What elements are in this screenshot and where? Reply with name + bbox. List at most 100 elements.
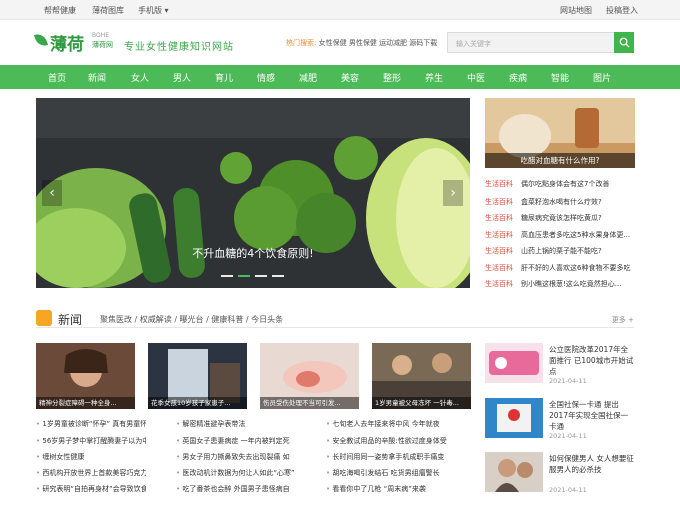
item-title[interactable]: 山药上锅的栗子能不能吃? (521, 247, 602, 255)
item-title[interactable]: 偶尔吃點身体会有这7个改善 (521, 180, 609, 188)
nav-item-news[interactable]: 新闻 (88, 71, 106, 84)
sidebar-list-item[interactable]: 生活百科 肝不好的人喜欢这6种食物不要多吃 (485, 263, 635, 273)
nav-item-surgery[interactable]: 整形 (383, 71, 401, 84)
news-list-item[interactable]: 1岁男童被诊断“怀孕” 真有男童怀孕事 (36, 419, 146, 429)
hot-search-label: 热门搜索: (286, 39, 317, 47)
search-icon (619, 37, 630, 48)
card-date: 2021-04-11 (549, 486, 587, 494)
slider-dot[interactable] (272, 275, 284, 277)
hot-keyword[interactable]: 男性保健 (349, 39, 377, 47)
nav-item-parenting[interactable]: 育儿 (215, 71, 233, 84)
thumb-caption: 1岁男童被父母冻坏 一针毒... (372, 397, 471, 409)
news-thumb[interactable]: 伤员受伤处理不当可引发... (260, 343, 359, 409)
topbar-link-login[interactable]: 投稿登入 (606, 5, 638, 16)
thumb-caption: 伤员受伤处理不当可引发... (260, 397, 359, 409)
main-nav: 首页 新闻 女人 男人 育儿 情感 减肥 美容 整形 养生 中医 疾病 智能 图… (0, 65, 680, 89)
nav-item-beauty[interactable]: 美容 (341, 71, 359, 84)
site-logo-en: BOHE (92, 32, 110, 39)
news-list-item[interactable]: 看看你中了几枪 “周末病”来袭 (326, 484, 471, 494)
thumb-caption: 精神分裂症障碍一种全身... (36, 397, 135, 409)
item-title[interactable]: 糖尿病究竟该怎样吃黄瓜? (521, 214, 602, 222)
sidebar-list-item[interactable]: 生活百科 盒菜籽泡水喝有什么疗效? (485, 197, 635, 207)
item-tag: 生活百科 (485, 247, 513, 255)
sidebar-list-item[interactable]: 生活百科 偶尔吃點身体会有这7个改善 (485, 179, 635, 189)
nav-item-health[interactable]: 养生 (425, 71, 443, 84)
news-more-link[interactable]: 更多 + (612, 315, 634, 325)
search-input[interactable]: 输入关键字 (447, 32, 615, 53)
topbar-link-sitemap[interactable]: 网站地图 (560, 5, 592, 16)
item-tag: 生活百科 (485, 198, 513, 206)
item-tag: 生活百科 (485, 280, 513, 288)
news-list-item[interactable]: 长时间用同一姿势拿手机成职手痛变 (326, 452, 471, 462)
card-title[interactable]: 公立医院改革2017年全面推行 已100城市开始试点 (549, 344, 635, 377)
hot-keyword[interactable]: 源码下载 (409, 39, 437, 47)
hot-keyword[interactable]: 运动减肥 (379, 39, 407, 47)
news-tabs[interactable]: 聚焦医改 / 权威解读 / 曝光台 / 健康科普 / 今日头条 (100, 314, 283, 325)
news-list-item[interactable]: 胡吃海喝引发结石 吃货男组瘤警长 (326, 468, 471, 478)
hero-caption[interactable]: 不升血糖的4个饮食原则! (36, 245, 470, 261)
sidebar-feature-caption[interactable]: 吃醋对血糖有什么作用? (485, 153, 635, 168)
hero-next-button[interactable]: › (443, 180, 463, 206)
news-thumb[interactable]: 精神分裂症障碍一种全身... (36, 343, 135, 409)
topbar-link-bbjk[interactable]: 帮帮健康 (44, 5, 76, 16)
news-list-item[interactable]: 男女子用力撕鼻致失去出现裂痛 如 (176, 452, 301, 462)
site-logo-sub: 薄荷网 (92, 41, 113, 49)
card-date: 2021-04-11 (549, 432, 587, 440)
topbar-link-gallery[interactable]: 薄荷图库 (92, 5, 124, 16)
nav-item-diet[interactable]: 减肥 (299, 71, 317, 84)
item-tag: 生活百科 (485, 231, 513, 239)
news-thumb[interactable]: 花季女孩10岁孩子家患子... (148, 343, 247, 409)
nav-item-disease[interactable]: 疾病 (509, 71, 527, 84)
nav-item-home[interactable]: 首页 (48, 71, 66, 84)
item-title[interactable]: 盒菜籽泡水喝有什么疗效? (521, 198, 602, 206)
news-thumb[interactable]: 1岁男童被父母冻坏 一针毒... (372, 343, 471, 409)
card-title[interactable]: 如何保健男人 女人想要征服男人的必杀技 (549, 453, 635, 475)
item-title[interactable]: 肝不好的人喜欢这6种食物不要多吃 (521, 264, 630, 272)
slider-dot[interactable] (221, 275, 233, 277)
card-title[interactable]: 全国社保一卡通 提出2017年实现全国社保一卡通 (549, 399, 635, 432)
sidebar-list-item[interactable]: 生活百科 糖尿病究竟该怎样吃黄瓜? (485, 213, 635, 223)
sidebar-list-item[interactable]: 生活百科 山药上锅的栗子能不能吃? (485, 246, 635, 256)
news-list-item[interactable]: 安全教试用品的辛酸:性欲过度身体受 (326, 436, 471, 446)
site-logo[interactable]: 薄荷 (50, 30, 84, 55)
nav-item-pictures[interactable]: 图片 (593, 71, 611, 84)
slider-dot[interactable] (255, 275, 267, 277)
news-list-item[interactable]: 吃了番茶也会醉 外国男子患怪病自 (176, 484, 301, 494)
hot-keyword[interactable]: 女性保健 (319, 39, 347, 47)
item-tag: 生活百科 (485, 214, 513, 222)
nav-item-tcm[interactable]: 中医 (467, 71, 485, 84)
nav-item-women[interactable]: 女人 (131, 71, 149, 84)
news-list-item[interactable]: 56岁男子梦中掌打醒腾妻子以为中邪 (36, 436, 146, 446)
news-list-item[interactable]: 研究表明“自拍再身材”会导致饮食 (36, 484, 146, 494)
nav-item-smart[interactable]: 智能 (551, 71, 569, 84)
card-image[interactable] (485, 398, 543, 438)
news-list-item[interactable]: 缠树女性健康 (36, 452, 146, 462)
nav-item-emotion[interactable]: 情感 (257, 71, 275, 84)
item-title[interactable]: 高血压患者多吃这5种水果身体更... (521, 231, 630, 239)
item-tag: 生活百科 (485, 264, 513, 272)
news-section-title[interactable]: 新闻 (58, 311, 82, 328)
item-tag: 生活百科 (485, 180, 513, 188)
hot-search: 热门搜索: 女性保健 男性保健 运动减肥 源码下载 (286, 38, 437, 48)
sidebar-list-item[interactable]: 生活百科 高血压患者多吃这5种水果身体更... (485, 230, 635, 240)
news-list-item[interactable]: 解密精准避孕表带法 (176, 419, 301, 429)
news-icon (36, 310, 52, 326)
news-list-item[interactable]: 七旬老人去年接来将中风 今年就夜 (326, 419, 471, 429)
hero-prev-button[interactable]: ‹ (42, 180, 62, 206)
slider-dot-active[interactable] (238, 275, 250, 277)
card-image[interactable] (485, 343, 543, 383)
top-bar: 帮帮健康 薄荷图库 手机版 ▾ 网站地图 投稿登入 (0, 0, 680, 20)
site-slogan: 专业女性健康知识网站 (124, 42, 234, 53)
news-section-header: 新闻 聚焦医改 / 权威解读 / 曝光台 / 健康科普 / 今日头条 更多 + (36, 306, 634, 328)
news-list-item[interactable]: 医改动机计数据为何让人如此“心寒” (176, 468, 301, 478)
nav-item-men[interactable]: 男人 (173, 71, 191, 84)
thumb-caption: 花季女孩10岁孩子家患子... (148, 397, 247, 409)
card-date: 2021-04-11 (549, 377, 587, 385)
sidebar-list-item[interactable]: 生活百科 别小瞧这根葱!这么吃竟然担心... (485, 279, 635, 289)
search-button[interactable] (614, 32, 634, 53)
news-list-item[interactable]: 西机构开放世界上首款美容巧克力 (36, 468, 146, 478)
item-title[interactable]: 别小瞧这根葱!这么吃竟然担心... (521, 280, 621, 288)
card-image[interactable] (485, 452, 543, 492)
topbar-link-mobile[interactable]: 手机版 ▾ (138, 5, 169, 16)
news-list-item[interactable]: 英国女子患妻病症 一年内被判定死 (176, 436, 301, 446)
